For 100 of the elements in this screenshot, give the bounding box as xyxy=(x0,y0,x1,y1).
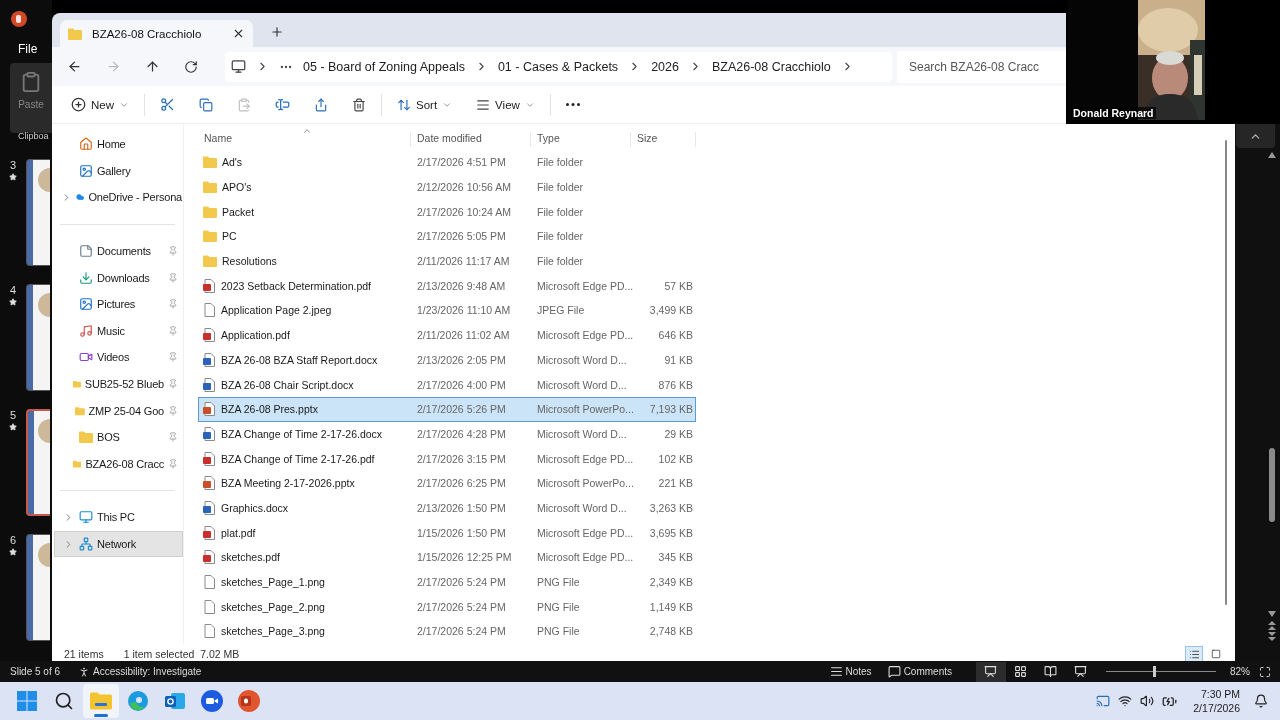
cast-icon[interactable] xyxy=(1096,694,1111,708)
sidebar-item[interactable]: Music xyxy=(54,317,183,345)
file-row[interactable]: Ad's 2/17/2026 4:51 PM File folder xyxy=(198,150,696,175)
file-name: BZA 26-08 BZA Staff Report.docx xyxy=(221,353,378,366)
date-modified: 2/13/2026 1:50 PM xyxy=(416,501,507,514)
normal-view-button[interactable] xyxy=(976,661,1006,682)
notification-icon[interactable] xyxy=(1254,694,1268,708)
accessibility-button[interactable]: Accessibility: Investigate xyxy=(72,661,208,682)
file-name: BZA 26-08 Chair Script.docx xyxy=(221,378,354,391)
star-icon xyxy=(9,173,17,181)
file-type: Microsoft Edge PD... xyxy=(536,279,632,292)
view-button[interactable]: View xyxy=(467,90,544,119)
file-menu[interactable]: File xyxy=(18,42,38,56)
file-row[interactable]: APO's 2/12/2026 10:56 AM File folder xyxy=(198,174,696,200)
file-name: sketches_Page_1.png xyxy=(221,576,325,589)
file-row[interactable]: Resolutions 2/11/2026 11:17 AM File folder xyxy=(198,248,696,274)
sidebar-item[interactable]: Home xyxy=(54,131,183,158)
sidebar-item[interactable]: OneDrive - Persona xyxy=(54,184,183,211)
breadcrumb-item[interactable]: 01 - Cases & Packets xyxy=(497,59,619,74)
search-field[interactable]: Search BZA26-08 Cracc xyxy=(897,50,1066,83)
sidebar-item[interactable]: Downloads xyxy=(54,264,183,291)
file-name: Graphics.docx xyxy=(221,501,289,514)
clock[interactable]: 7:30 PM 2/17/2026 xyxy=(1193,687,1240,715)
slide-thumbnail[interactable] xyxy=(26,409,50,516)
file-row[interactable]: BZA Change of Time 2-17-26.pdf 2/17/2026 3:15 PM Microsoft Edge PD... 102 KB xyxy=(198,446,696,471)
sidebar-item[interactable]: ZMP 25-04 Goo xyxy=(54,397,183,424)
participant-name: Donald Reynard xyxy=(1071,107,1156,119)
file-row[interactable]: BZA Meeting 2-17-2026.pptx 2/17/2026 6:25 PM Microsoft PowerPo... 221 KB xyxy=(198,470,696,496)
normal-view-icon xyxy=(984,665,998,678)
file-row[interactable]: Application.pdf 2/11/2026 11:02 AM Microsoft Edge PD... 646 KB xyxy=(198,322,696,348)
scroll-up-icon[interactable] xyxy=(1268,152,1276,158)
zoom-slider-thumb[interactable] xyxy=(1153,666,1157,677)
scrollbar-thumb[interactable] xyxy=(1269,448,1275,522)
sidebar-item[interactable]: Videos xyxy=(54,344,183,371)
item-count: 21 items xyxy=(64,648,104,661)
volume-icon[interactable] xyxy=(1140,694,1155,708)
slides-file-icon xyxy=(203,476,216,491)
sort-button[interactable]: Sort xyxy=(388,90,462,119)
file-row[interactable]: sketches.pdf 1/15/2026 12:25 PM Microsoft Edge PD... 345 KB xyxy=(198,545,696,570)
breadcrumb-item[interactable]: 2026 xyxy=(651,59,679,74)
scroll-down-icon[interactable] xyxy=(1268,611,1276,617)
date-modified: 2/17/2026 6:25 PM xyxy=(416,477,507,490)
close-icon[interactable] xyxy=(232,27,245,40)
monitor-icon[interactable] xyxy=(231,59,246,74)
file-row[interactable]: BZA 26-08 Chair Script.docx 2/17/2026 4:00 PM Microsoft Word D... 876 KB xyxy=(198,372,696,397)
sidebar-item[interactable]: This PC xyxy=(54,504,183,531)
folder-icon xyxy=(203,230,217,243)
file-row[interactable]: 2023 Setback Determination.pdf 2/13/2026 9:48 AM Microsoft Edge PD... 57 KB xyxy=(198,273,696,299)
file-type: File folder xyxy=(536,156,585,169)
sidebar-item[interactable]: BOS xyxy=(54,423,183,451)
sidebar-item[interactable]: SUB25-52 Blueb xyxy=(54,370,183,398)
file-type: PNG File xyxy=(536,600,581,613)
sidebar-item[interactable]: Network xyxy=(54,530,183,558)
file-row[interactable]: Application Page 2.jpeg 1/23/2026 11:10 AM JPEG File 3,499 KB xyxy=(198,298,696,323)
date-modified: 2/11/2026 11:17 AM xyxy=(416,255,511,268)
folder-icon xyxy=(74,404,85,417)
file-row[interactable]: sketches_Page_3.png 2/17/2026 5:24 PM PNG File 2,748 KB xyxy=(198,619,696,644)
file-size: 2,748 KB xyxy=(648,625,694,638)
previous-slide-icon[interactable] xyxy=(1268,621,1276,630)
file-row[interactable]: PC 2/17/2026 5:05 PM File folder xyxy=(198,224,696,249)
file-row[interactable]: BZA 26-08 Pres.pptx 2/17/2026 5:26 PM Microsoft PowerPo... 7,193 KB xyxy=(198,396,696,422)
next-slide-icon[interactable] xyxy=(1268,632,1276,641)
slide-thumbnail[interactable] xyxy=(26,159,50,266)
folder-tab[interactable]: BZA26-08 Cracchiolo xyxy=(60,20,253,47)
breadcrumb-item[interactable]: BZA26-08 Cracchiolo xyxy=(711,59,831,74)
slide-thumbnail[interactable] xyxy=(26,284,50,391)
file-name: sketches.pdf xyxy=(221,551,280,564)
file-row[interactable]: BZA 26-08 BZA Staff Report.docx 2/13/2026 2:05 PM Microsoft Word D... 91 KB xyxy=(198,347,696,373)
pdf-file-icon xyxy=(203,550,216,565)
column-header[interactable]: Date modified xyxy=(411,132,531,147)
comments-button[interactable]: Comments xyxy=(881,661,958,682)
file-type: Microsoft Word D... xyxy=(536,427,628,440)
file-row[interactable]: plat.pdf 1/15/2026 1:50 PM Microsoft Edge PD... 3,695 KB xyxy=(198,520,696,545)
file-row[interactable]: sketches_Page_1.png 2/17/2026 5:24 PM PNG File 2,349 KB xyxy=(198,569,696,595)
breadcrumb-item[interactable]: 05 - Board of Zoning Appeals xyxy=(303,59,465,74)
gallery-icon xyxy=(79,163,93,178)
grid-icon xyxy=(1014,665,1028,678)
file-size: 102 KB xyxy=(657,452,694,465)
sort-caret-icon xyxy=(302,126,312,136)
column-header[interactable]: Size xyxy=(631,132,696,147)
date-modified: 2/17/2026 10:24 AM xyxy=(416,205,512,218)
file-row[interactable]: Packet 2/17/2026 10:24 AM File folder xyxy=(198,199,696,225)
paste-button[interactable]: Paste xyxy=(10,63,52,133)
sidebar-item[interactable]: Gallery xyxy=(54,157,183,185)
new-button[interactable]: New xyxy=(62,90,138,119)
file-row[interactable]: sketches_Page_2.png 2/17/2026 5:24 PM PNG File 1,149 KB xyxy=(198,594,696,620)
sidebar-item[interactable]: BZA26-08 Cracc xyxy=(54,450,183,478)
details-view-button[interactable] xyxy=(1185,646,1203,663)
picture-icon xyxy=(79,297,93,312)
notes-button[interactable]: Notes xyxy=(823,661,878,682)
wifi-icon[interactable] xyxy=(1118,694,1133,708)
column-header[interactable]: Type xyxy=(531,132,631,147)
file-row[interactable]: Graphics.docx 2/13/2026 1:50 PM Microsoft Word D... 3,263 KB xyxy=(198,495,696,521)
sidebar-item[interactable]: Documents xyxy=(54,237,183,265)
file-row[interactable]: BZA Change of Time 2-17-26.docx 2/17/2026 4:28 PM Microsoft Word D... 29 KB xyxy=(198,421,696,447)
file-size: 29 KB xyxy=(663,427,694,440)
slide-thumbnail[interactable] xyxy=(26,534,50,641)
sidebar-item[interactable]: Pictures xyxy=(54,290,183,318)
date-modified: 1/15/2026 12:25 PM xyxy=(416,551,513,564)
column-header[interactable]: Name xyxy=(198,132,411,147)
